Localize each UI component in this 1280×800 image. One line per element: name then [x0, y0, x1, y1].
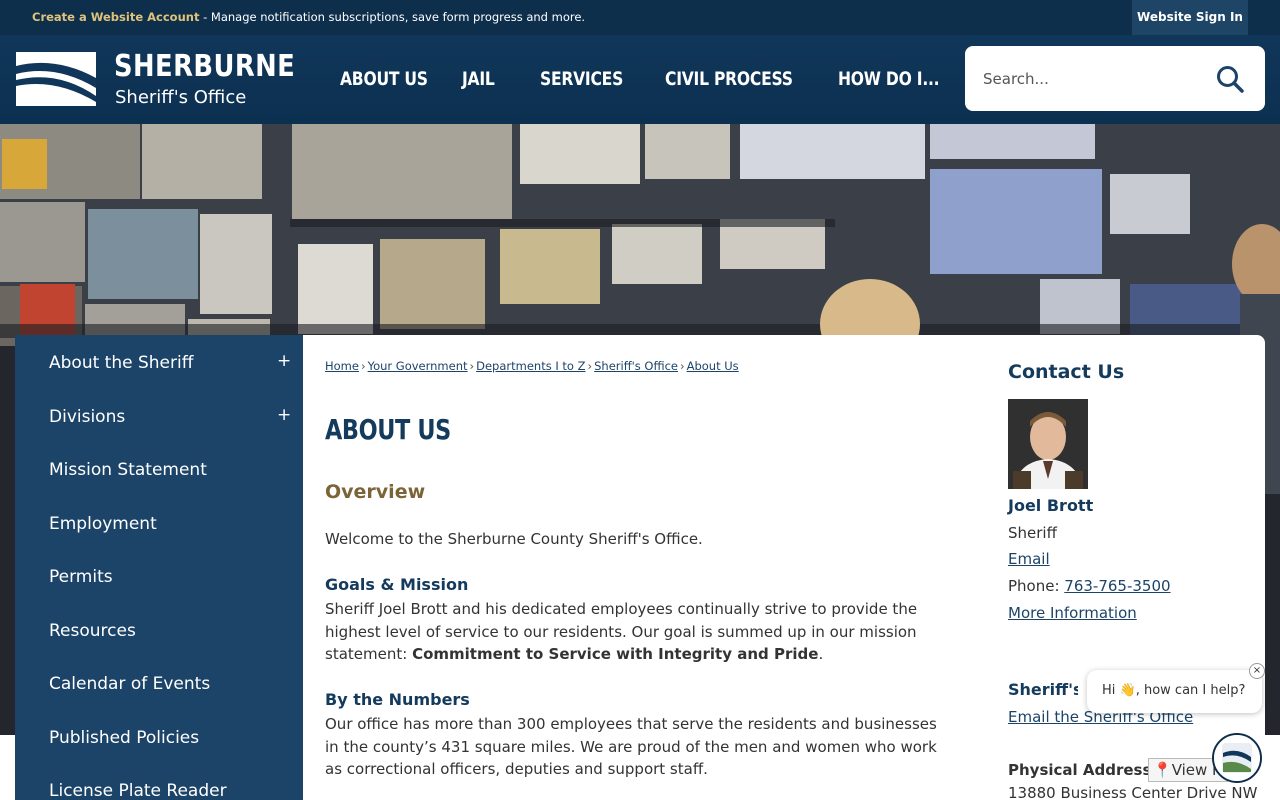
notification-message: Create a Website Account - Manage notifi…: [32, 10, 585, 24]
search-button[interactable]: [1215, 64, 1247, 94]
breadcrumb-sheriffs-office[interactable]: Sheriff's Office: [594, 359, 678, 373]
sheriff-portrait-icon: [1008, 399, 1088, 489]
expand-plus-icon[interactable]: +: [277, 351, 291, 371]
goals-paragraph: Sheriff Joel Brott and his dedicated emp…: [325, 598, 955, 666]
contact-phone: Phone: 763-765-3500: [1008, 577, 1171, 595]
nav-how-do-i[interactable]: HOW DO I...: [838, 68, 940, 90]
sidebar-item-permits[interactable]: Permits: [49, 567, 113, 587]
site-header: SHERBURNE Sheriff's Office ABOUT US JAIL…: [0, 35, 1280, 124]
sidebar-item-calendar-of-events[interactable]: Calendar of Events: [49, 674, 210, 694]
website-sign-in-button[interactable]: Website Sign In: [1132, 0, 1248, 35]
numbers-paragraph: Our office has more than 300 employees t…: [325, 715, 937, 778]
physical-address: 13880 Business Center Drive NW: [1008, 784, 1258, 800]
breadcrumb-departments[interactable]: Departments I to Z: [476, 359, 585, 373]
site-logo[interactable]: SHERBURNE Sheriff's Office: [16, 49, 295, 111]
breadcrumb-your-government[interactable]: Your Government: [368, 359, 468, 373]
goals-end: .: [818, 645, 824, 663]
sidebar-item-divisions[interactable]: Divisions: [49, 407, 125, 427]
map-pin-icon: 📍: [1153, 761, 1172, 779]
create-account-link[interactable]: Create a Website Account: [32, 10, 199, 24]
logo-subtitle: Sheriff's Office: [115, 87, 247, 108]
sidebar-item-about-the-sheriff[interactable]: About the Sheriff: [49, 353, 193, 373]
overview-heading: Overview: [325, 481, 426, 503]
logo-mark-icon: [16, 52, 96, 106]
nav-about-us[interactable]: ABOUT US: [340, 68, 428, 90]
contact-more: More Information: [1008, 604, 1137, 622]
contact-email-link[interactable]: Email: [1008, 550, 1050, 568]
breadcrumb-home[interactable]: Home: [325, 359, 359, 373]
sidebar-item-published-policies[interactable]: Published Policies: [49, 728, 199, 748]
sidebar-item-license-plate-reader[interactable]: License Plate Reader: [49, 781, 227, 800]
contact-name: Joel Brott: [1008, 496, 1094, 515]
nav-jail[interactable]: JAIL: [462, 68, 495, 90]
breadcrumb: Home › Your Government › Departments I to Z ›…: [325, 359, 739, 373]
contact-phone-link[interactable]: 763-765-3500: [1064, 577, 1170, 595]
welcome-text: Welcome to the Sherburne County Sheriff'…: [325, 530, 703, 548]
chat-bubble[interactable]: Hi 👋, how can I help? ×: [1087, 663, 1265, 713]
sidebar-nav: About the Sheriff + Divisions + Mission …: [15, 335, 303, 800]
sidebar-item-employment[interactable]: Employment: [49, 514, 157, 534]
chat-launcher-button[interactable]: [1212, 733, 1262, 783]
phone-label: Phone:: [1008, 577, 1065, 595]
sheriff-photo: [1008, 399, 1088, 489]
contact-email: Email: [1008, 550, 1050, 568]
numbers-heading: By the Numbers: [325, 690, 470, 709]
sidebar-item-mission-statement[interactable]: Mission Statement: [49, 460, 207, 480]
search-icon: [1217, 66, 1244, 93]
contact-role: Sheriff: [1008, 524, 1057, 542]
page-title: ABOUT US: [325, 413, 451, 446]
chat-greeting: Hi 👋, how can I help?: [1102, 683, 1246, 698]
chat-logo-icon: [1214, 735, 1260, 781]
contact-heading: Contact Us: [1008, 361, 1125, 383]
goals-heading: Goals & Mission: [325, 575, 469, 594]
chat-close-button[interactable]: ×: [1249, 663, 1265, 679]
nav-services[interactable]: SERVICES: [540, 68, 623, 90]
logo-name: SHERBURNE: [114, 49, 296, 84]
main-content: Home › Your Government › Departments I to Z ›…: [303, 335, 1265, 800]
mission-statement-text: Commitment to Service with Integrity and…: [412, 645, 819, 663]
expand-plus-icon[interactable]: +: [277, 405, 291, 425]
search-box: [965, 46, 1265, 111]
office-heading: Sheriff's Office: [1008, 680, 1078, 699]
notification-text: - Manage notification subscriptions, sav…: [199, 10, 586, 24]
breadcrumb-about-us[interactable]: About Us: [687, 359, 739, 373]
search-input[interactable]: [983, 66, 1203, 92]
sidebar-item-resources[interactable]: Resources: [49, 621, 136, 641]
physical-address-heading: Physical Address: [1008, 761, 1152, 779]
nav-civil-process[interactable]: CIVIL PROCESS: [665, 68, 793, 90]
notification-bar: Create a Website Account - Manage notifi…: [0, 0, 1280, 35]
more-information-link[interactable]: More Information: [1008, 604, 1137, 622]
